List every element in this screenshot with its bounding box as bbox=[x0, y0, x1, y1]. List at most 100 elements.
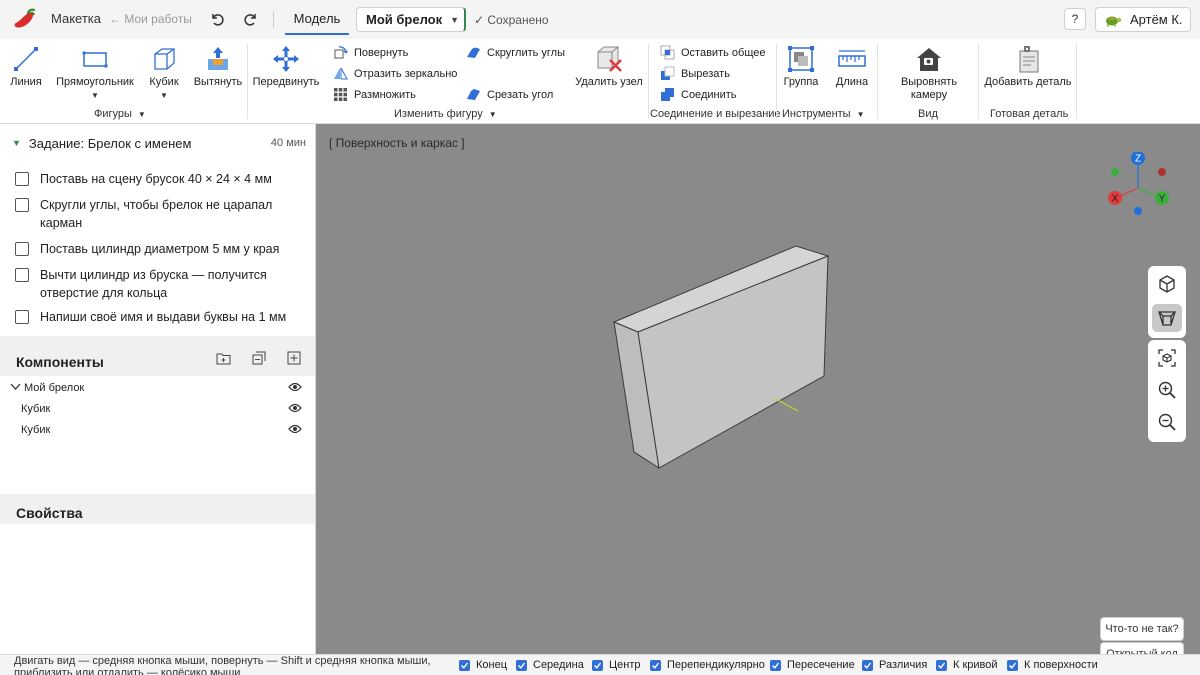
properties-panel bbox=[0, 524, 315, 654]
intersect-icon bbox=[660, 45, 675, 60]
view-style-toolbar bbox=[1148, 266, 1186, 338]
grid-array-icon bbox=[333, 87, 348, 102]
rectangle-button[interactable]: Прямоугольник ▼ bbox=[56, 44, 134, 100]
subtract-icon bbox=[660, 66, 675, 81]
snap-end[interactable]: Конец bbox=[459, 659, 507, 671]
task-step[interactable]: Скругли углы, чтобы брелок не царапал ка… bbox=[15, 196, 305, 232]
task-header[interactable]: ▼ Задание: Брелок с именем 40 мин bbox=[12, 134, 306, 152]
chevron-down-icon[interactable] bbox=[10, 382, 21, 394]
tree-row-cube[interactable]: Кубик bbox=[0, 399, 315, 419]
project-selector[interactable]: Мой брелок ▼ bbox=[356, 7, 466, 32]
tab-model[interactable]: Модель bbox=[285, 5, 349, 35]
cube-button[interactable]: Кубик ▼ bbox=[146, 44, 182, 100]
group-label-figures[interactable]: Фигуры ▼ bbox=[94, 108, 146, 120]
snap-intersection[interactable]: Пересечение bbox=[770, 659, 855, 671]
snap-differences[interactable]: Различия bbox=[862, 659, 927, 671]
cube-view-icon[interactable] bbox=[1152, 270, 1182, 298]
mirror-icon bbox=[333, 66, 348, 81]
multiply-button[interactable]: Размножить bbox=[333, 87, 416, 102]
round-corners-button[interactable]: Скруглить углы bbox=[466, 45, 565, 60]
mirror-button[interactable]: Отразить зеркально bbox=[333, 66, 457, 81]
collapse-all-icon[interactable] bbox=[251, 350, 267, 366]
eye-icon[interactable] bbox=[288, 403, 302, 416]
intersect-button[interactable]: Оставить общее bbox=[660, 45, 765, 60]
eye-icon[interactable] bbox=[288, 382, 302, 395]
my-works-link[interactable]: ← Мои работы bbox=[109, 12, 192, 26]
tree-row-cube[interactable]: Кубик bbox=[0, 420, 315, 440]
step-checkbox[interactable] bbox=[15, 172, 29, 186]
checkbox-checked-icon bbox=[862, 659, 873, 671]
union-icon bbox=[660, 87, 675, 102]
length-button[interactable]: Длина bbox=[832, 44, 872, 89]
snap-perpendicular[interactable]: Перепендикулярно bbox=[650, 659, 765, 671]
triangle-down-icon: ▼ bbox=[12, 138, 21, 148]
snap-curve[interactable]: К кривой bbox=[936, 659, 998, 671]
subtract-button[interactable]: Вырезать bbox=[660, 66, 730, 81]
pepper-logo-icon[interactable] bbox=[12, 7, 38, 31]
group-divider bbox=[648, 44, 649, 119]
zoom-out-icon[interactable] bbox=[1152, 408, 1182, 436]
help-button[interactable]: ? bbox=[1064, 8, 1086, 30]
move-button[interactable]: Передвинуть bbox=[253, 44, 319, 89]
step-checkbox[interactable] bbox=[15, 310, 29, 324]
3d-viewport[interactable]: [ Поверхность и каркас ] Z X Y Что-то не… bbox=[316, 124, 1200, 654]
task-title: Задание: Брелок с именем bbox=[28, 135, 192, 151]
group-label-modify[interactable]: Изменить фигуру ▼ bbox=[394, 108, 497, 120]
group-icon bbox=[786, 44, 816, 74]
fillet-icon bbox=[466, 45, 481, 60]
snap-center[interactable]: Центр bbox=[592, 659, 641, 671]
user-name: Артём К. bbox=[1130, 12, 1183, 27]
step-checkbox[interactable] bbox=[15, 198, 29, 212]
checkbox-checked-icon bbox=[516, 659, 527, 671]
ribbon-toolbar: Линия Прямоугольник ▼ Кубик ▼ Вытянуть Ф… bbox=[0, 39, 1200, 124]
part-sheet-icon bbox=[1013, 44, 1043, 74]
tree-row-keychain[interactable]: Мой брелок bbox=[0, 378, 315, 398]
perspective-view-icon[interactable] bbox=[1152, 304, 1182, 332]
add-component-icon[interactable] bbox=[286, 350, 302, 366]
group-label-tools[interactable]: Инструменты ▼ bbox=[782, 108, 865, 120]
svg-text:Z: Z bbox=[1135, 154, 1141, 165]
svg-text:X: X bbox=[1112, 194, 1119, 205]
keychain-block-3d[interactable] bbox=[596, 234, 856, 484]
render-mode-label[interactable]: [ Поверхность и каркас ] bbox=[329, 136, 465, 150]
group-divider bbox=[1076, 44, 1077, 119]
chamfer-button[interactable]: Срезать угол bbox=[466, 87, 553, 102]
user-menu-button[interactable]: Артём К. bbox=[1095, 7, 1191, 32]
step-checkbox[interactable] bbox=[15, 242, 29, 256]
zoom-fit-icon[interactable] bbox=[1152, 344, 1182, 372]
components-title: Компоненты bbox=[16, 354, 104, 370]
task-step[interactable]: Напиши своё имя и выдави буквы на 1 мм bbox=[15, 308, 305, 326]
undo-icon[interactable] bbox=[206, 8, 228, 30]
zoom-in-icon[interactable] bbox=[1152, 376, 1182, 404]
chevron-down-icon: ▼ bbox=[488, 110, 497, 119]
step-checkbox[interactable] bbox=[15, 268, 29, 282]
snap-middle[interactable]: Середина bbox=[516, 659, 584, 671]
chevron-down-icon: ▼ bbox=[856, 110, 865, 119]
task-step[interactable]: Поставь цилиндр диаметром 5 мм у края bbox=[15, 240, 305, 258]
union-button[interactable]: Соединить bbox=[660, 87, 737, 102]
group-button[interactable]: Группа bbox=[782, 44, 820, 89]
axis-gizmo[interactable]: Z X Y bbox=[1104, 152, 1174, 220]
eye-icon[interactable] bbox=[288, 424, 302, 437]
feedback-button[interactable]: Что-то не так? bbox=[1100, 617, 1184, 641]
checkbox-checked-icon bbox=[770, 659, 781, 671]
status-bar: Двигать вид — средняя кнопка мыши, повер… bbox=[0, 654, 1200, 675]
group-label-boolean: Соединение и вырезание bbox=[650, 108, 781, 120]
line-button[interactable]: Линия bbox=[8, 44, 44, 89]
align-camera-button[interactable]: Выровнять камеру bbox=[894, 44, 964, 102]
extrude-button[interactable]: Вытянуть bbox=[192, 44, 244, 89]
group-divider bbox=[776, 44, 777, 119]
redo-icon[interactable] bbox=[240, 8, 262, 30]
camera-house-icon bbox=[914, 44, 944, 74]
rectangle-icon bbox=[80, 44, 110, 74]
add-part-button[interactable]: Добавить деталь bbox=[984, 44, 1072, 89]
add-folder-icon[interactable] bbox=[215, 350, 231, 366]
top-bar: Макетка ← Мои работы Модель Мой брелок ▼… bbox=[0, 0, 1200, 39]
delete-node-button[interactable]: Удалить узел bbox=[575, 44, 643, 89]
chevron-down-icon: ▼ bbox=[91, 91, 99, 100]
task-step[interactable]: Вычти цилиндр из бруска — получится отве… bbox=[15, 266, 305, 302]
rotate-button[interactable]: Повернуть bbox=[333, 45, 408, 60]
open-code-button[interactable]: Открытый код bbox=[1100, 642, 1184, 654]
snap-surface[interactable]: К поверхности bbox=[1007, 659, 1098, 671]
task-step[interactable]: Поставь на сцену брусок 40 × 24 × 4 мм bbox=[15, 170, 305, 188]
